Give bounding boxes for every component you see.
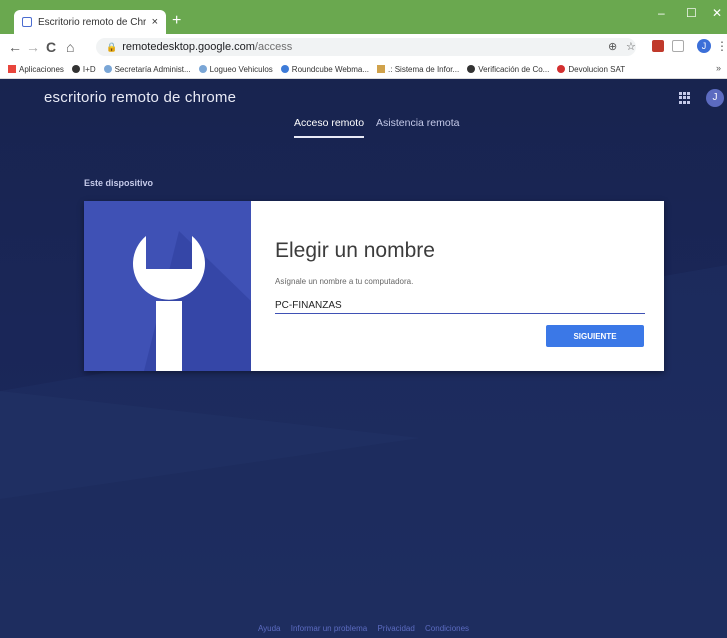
tab-asistencia-remota[interactable]: Asistencia remota <box>376 117 459 138</box>
address-toolbar: ← → C ⌂ 🔒 remotedesktop.google.com/acces… <box>0 34 727 60</box>
computer-name-input[interactable] <box>275 297 645 314</box>
bookmark-item[interactable]: Devolucion SAT <box>557 65 625 74</box>
bookmark-item[interactable]: Verificación de Co... <box>467 65 549 74</box>
bookmark-item[interactable]: Aplicaciones <box>8 65 64 74</box>
url-bar[interactable]: 🔒 remotedesktop.google.com/access <box>96 38 636 56</box>
home-button[interactable]: ⌂ <box>66 38 74 56</box>
reload-button[interactable]: C <box>46 38 56 56</box>
tab-acceso-remoto[interactable]: Acceso remoto <box>294 117 365 138</box>
apps-grid-icon <box>8 65 16 73</box>
footer-links: Ayuda Informar un problema Privacidad Co… <box>0 624 727 633</box>
browser-window: Escritorio remoto de Chrome × + – ☐ ✕ ← … <box>0 0 727 638</box>
bookmark-item[interactable]: Logueo Vehiculos <box>198 65 273 74</box>
maximize-button[interactable]: ☐ <box>686 6 697 20</box>
user-avatar[interactable]: J <box>706 89 724 107</box>
app-brand[interactable]: escritorio remoto de chrome <box>44 89 236 106</box>
bookmark-favicon-icon <box>557 65 566 73</box>
name-dialog-card: Elegir un nombre Asígnale un nombre a tu… <box>84 201 664 371</box>
lock-icon: 🔒 <box>106 41 118 52</box>
minimize-button[interactable]: – <box>658 6 665 20</box>
page-content: escritorio remoto de chrome J Acceso rem… <box>0 79 727 638</box>
browser-menu-icon[interactable]: ⋮ <box>716 39 727 53</box>
url-path: /access <box>254 41 293 53</box>
footer-link-privacy[interactable]: Privacidad <box>377 624 414 633</box>
tab-strip: Escritorio remoto de Chrome × + – ☐ ✕ <box>0 0 727 34</box>
more-bookmarks-button[interactable]: » <box>716 63 721 73</box>
section-heading: Este dispositivo <box>84 178 154 188</box>
bookmark-item[interactable]: .: Sistema de Infor... <box>377 65 459 74</box>
tab-close-icon[interactable]: × <box>152 16 158 28</box>
bookmark-star-icon[interactable]: ☆ <box>626 40 636 53</box>
extension-icon[interactable] <box>672 40 684 52</box>
forward-button[interactable]: → <box>26 38 40 56</box>
bookmark-favicon-icon <box>198 65 207 73</box>
new-tab-button[interactable]: + <box>172 11 181 31</box>
profile-avatar[interactable]: J <box>697 39 711 53</box>
bookmarks-bar: Aplicaciones I+D Secretaría Administ... … <box>0 60 727 79</box>
bookmark-favicon-icon <box>103 65 112 73</box>
bookmark-item[interactable]: I+D <box>71 65 96 74</box>
bookmark-favicon-icon <box>280 65 289 73</box>
footer-link-terms[interactable]: Condiciones <box>425 624 469 633</box>
url-host: remotedesktop.google.com <box>122 41 255 53</box>
dialog-form: Elegir un nombre Asígnale un nombre a tu… <box>251 201 664 371</box>
mode-tabs: Acceso remoto Asistencia remota <box>294 117 459 138</box>
card-illustration <box>84 201 251 371</box>
dialog-title: Elegir un nombre <box>275 239 435 262</box>
browser-tab[interactable]: Escritorio remoto de Chrome × <box>14 10 166 34</box>
install-app-icon[interactable]: ⊕ <box>608 40 617 53</box>
wrench-icon <box>133 231 251 371</box>
close-window-button[interactable]: ✕ <box>712 6 722 20</box>
pdf-extension-icon[interactable] <box>652 40 664 52</box>
footer-link-ayuda[interactable]: Ayuda <box>258 624 281 633</box>
next-button[interactable]: SIGUIENTE <box>546 325 644 347</box>
google-apps-icon[interactable] <box>679 92 691 104</box>
remote-desktop-favicon-icon <box>22 17 32 27</box>
bookmark-favicon-icon <box>71 65 80 73</box>
dialog-subtitle: Asígnale un nombre a tu computadora. <box>275 277 414 286</box>
footer-link-report[interactable]: Informar un problema <box>291 624 367 633</box>
back-button[interactable]: ← <box>8 38 22 56</box>
bookmark-item[interactable]: Secretaría Administ... <box>103 65 191 74</box>
bookmark-favicon-icon <box>377 65 386 73</box>
bookmark-favicon-icon <box>467 65 476 73</box>
tab-title: Escritorio remoto de Chrome <box>38 16 146 28</box>
bookmark-item[interactable]: Roundcube Webma... <box>280 65 369 74</box>
